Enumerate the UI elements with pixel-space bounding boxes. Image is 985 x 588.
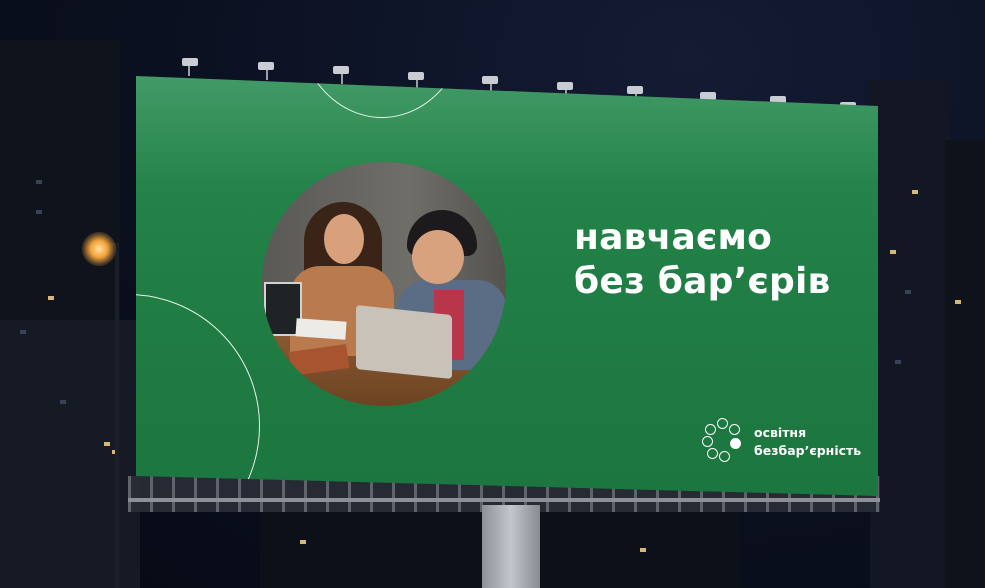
logo-text: освітня безбар’єрність (754, 424, 861, 460)
building-left-lower (0, 320, 140, 588)
headline-line-2: без бар’єрів (574, 261, 831, 302)
billboard-support-column (482, 505, 540, 588)
headline: навчаємо без бар’єрів (574, 216, 831, 304)
billboard-truss-beam (128, 498, 880, 502)
billboard: навчаємо без бар’єрів освітня безбар’єрн… (136, 76, 878, 496)
logo-text-line-2: безбар’єрність (754, 443, 862, 458)
street-light-glow (82, 232, 116, 266)
decorative-arc-left (136, 294, 260, 496)
dots-circle-logo-icon (702, 418, 742, 462)
billboard-light-glow (136, 76, 878, 196)
street-light-pole (115, 245, 119, 588)
building-right (870, 80, 950, 588)
circular-photo (262, 162, 506, 406)
night-city-scene: навчаємо без бар’єрів освітня безбар’єрн… (0, 0, 985, 588)
building-far-right (945, 140, 985, 588)
logo-text-line-1: освітня (754, 425, 807, 440)
headline-line-1: навчаємо (574, 217, 773, 258)
